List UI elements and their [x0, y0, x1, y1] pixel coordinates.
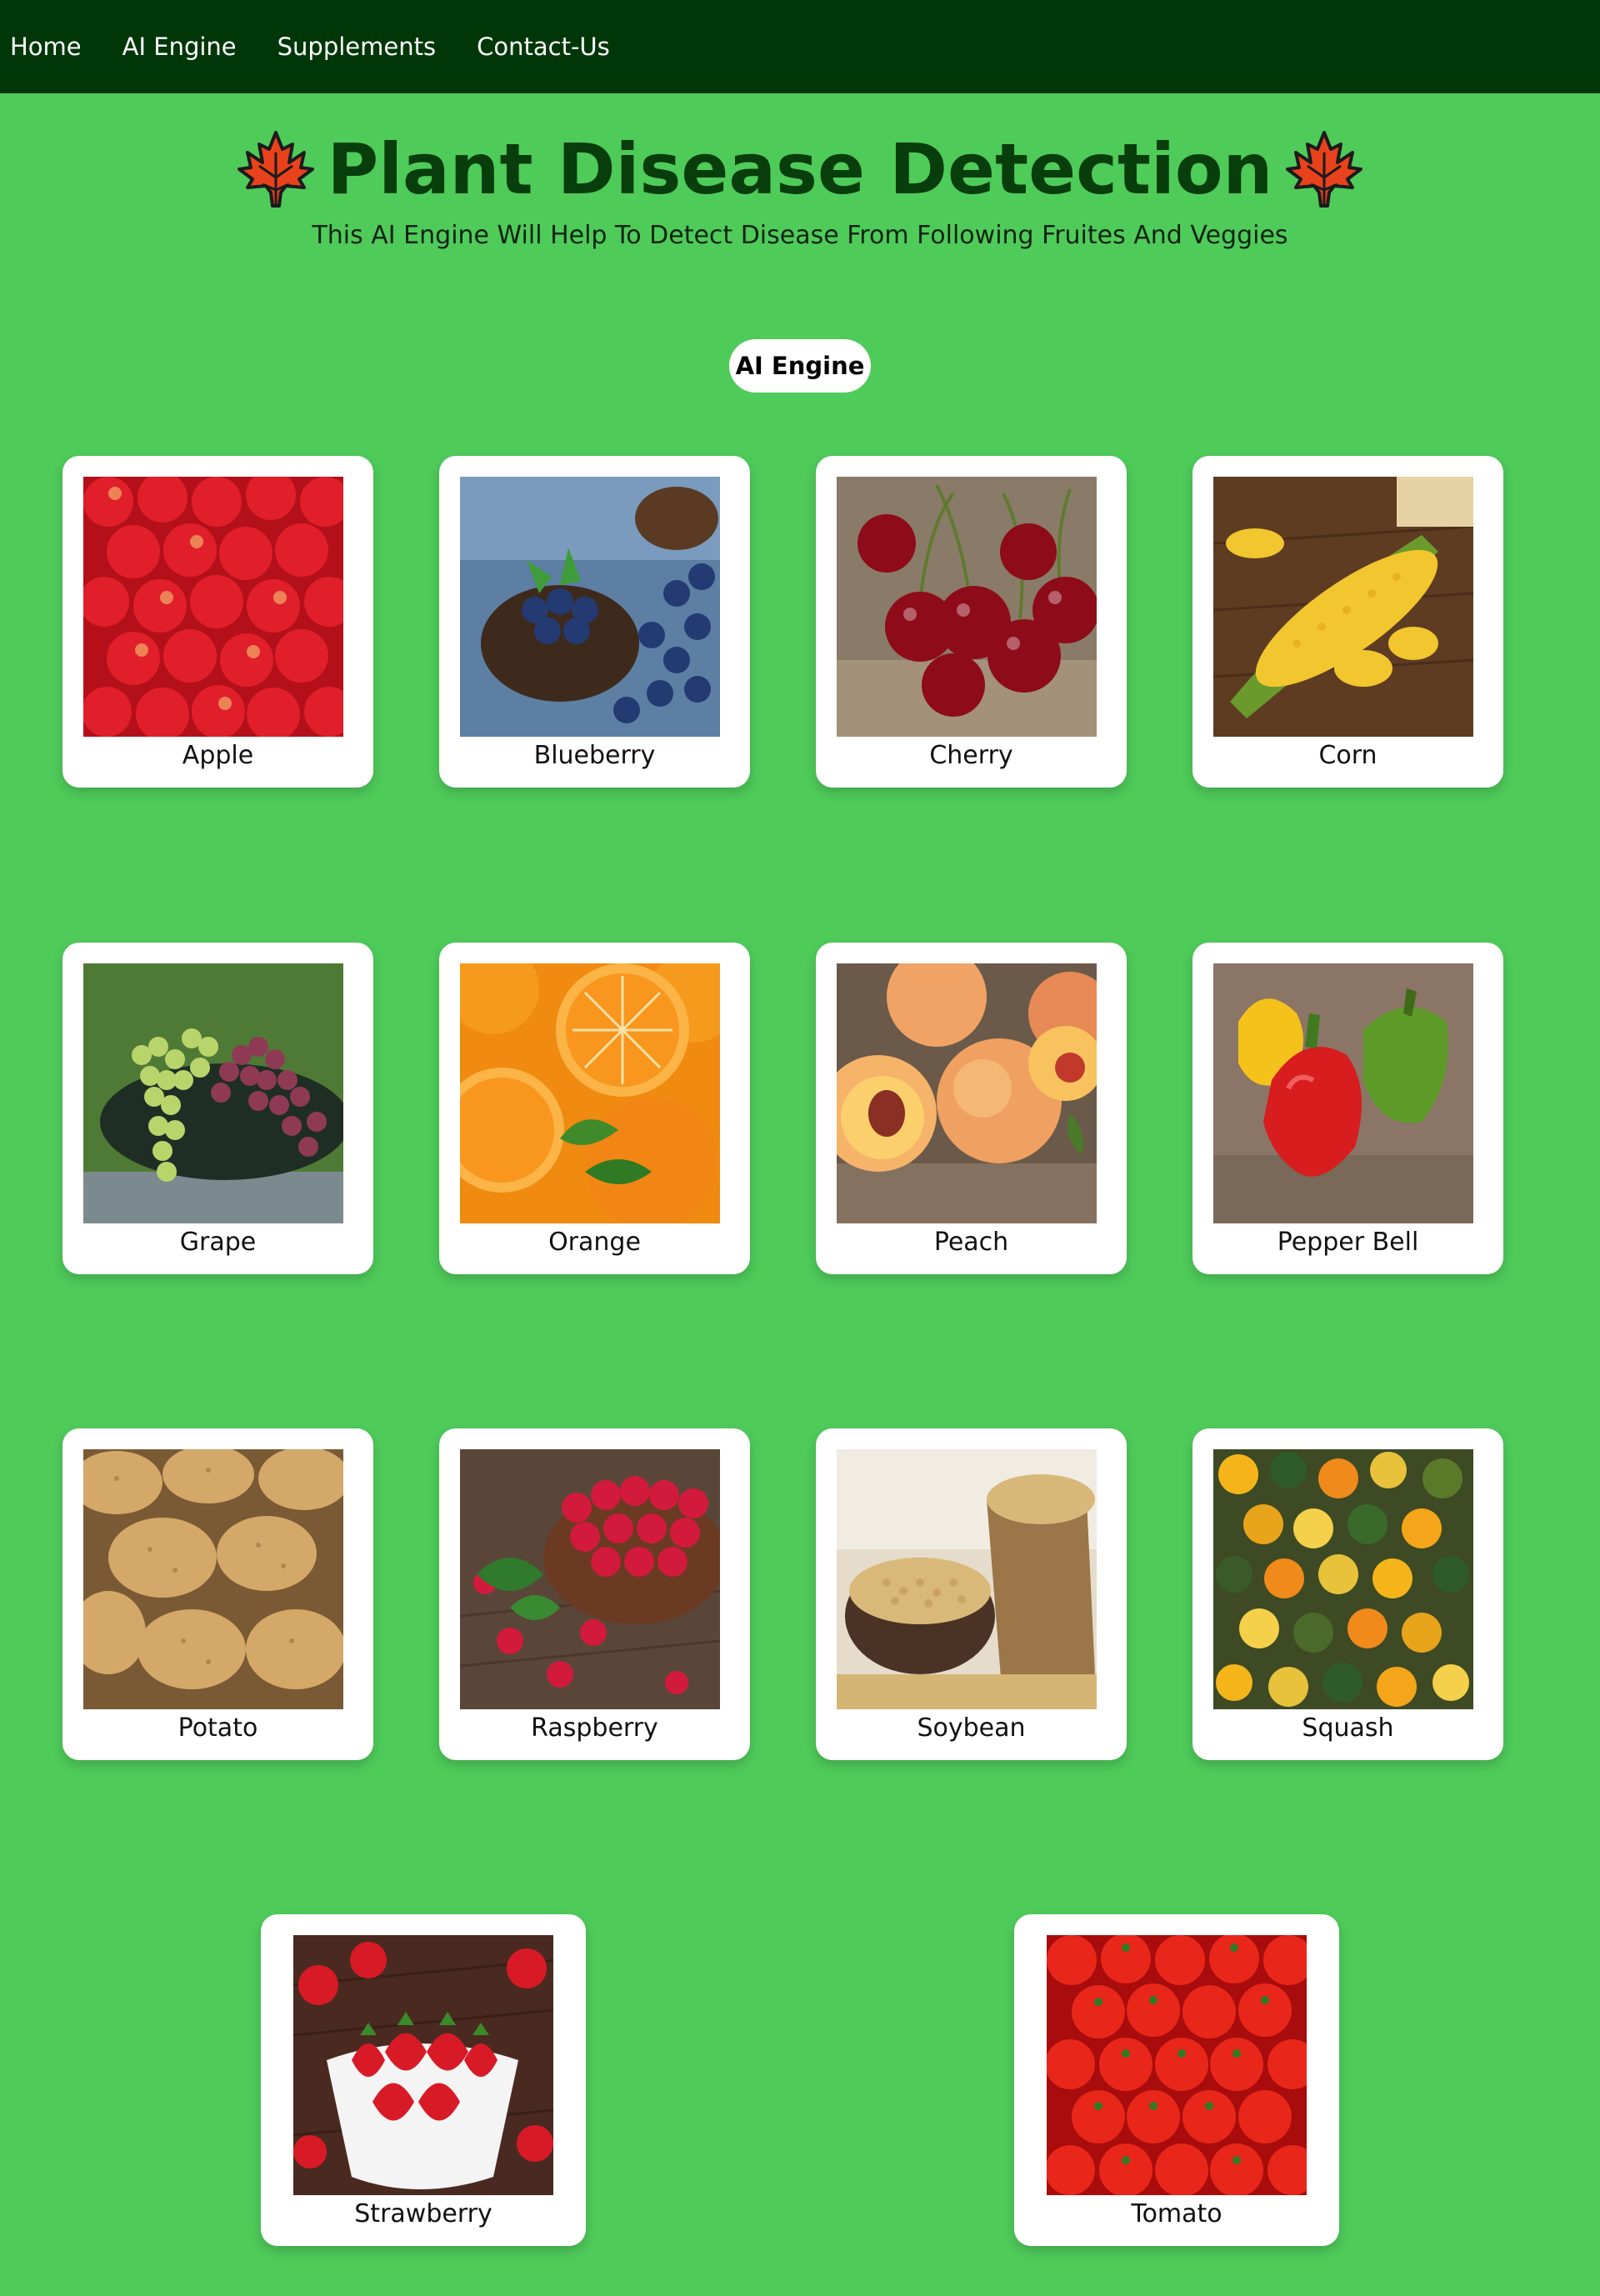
blueberry-image — [460, 477, 720, 737]
crop-label: Soybean — [917, 1713, 1026, 1743]
crop-card-grape[interactable]: Grape — [62, 943, 373, 1274]
top-navbar: Home AI Engine Supplements Contact-Us — [0, 0, 1600, 93]
nav-supplements[interactable]: Supplements — [278, 33, 436, 61]
crop-card-soybean[interactable]: Soybean — [816, 1428, 1127, 1760]
maple-leaf-icon — [1286, 131, 1363, 208]
crop-label: Orange — [548, 1228, 641, 1257]
orange-image — [460, 963, 720, 1223]
crop-card-blueberry[interactable]: Blueberry — [439, 456, 750, 788]
crop-label: Pepper Bell — [1277, 1228, 1419, 1257]
nav-home[interactable]: Home — [10, 33, 82, 61]
crop-label: Strawberry — [354, 2199, 492, 2228]
crop-card-raspberry[interactable]: Raspberry — [439, 1428, 750, 1760]
strawberry-image — [293, 1935, 553, 2195]
crop-label: Blueberry — [533, 741, 656, 770]
crop-card-pepper-bell[interactable]: Pepper Bell — [1192, 943, 1503, 1274]
raspberry-image — [460, 1449, 720, 1709]
crop-label: Corn — [1318, 741, 1378, 770]
crop-card-peach[interactable]: Peach — [816, 943, 1127, 1274]
page-subtitle: This AI Engine Will Help To Detect Disea… — [312, 221, 1288, 250]
crop-card-potato[interactable]: Potato — [62, 1428, 373, 1760]
crop-label: Cherry — [929, 741, 1013, 770]
crop-label: Tomato — [1131, 2199, 1222, 2228]
tomato-image — [1047, 1935, 1307, 2195]
apple-image — [83, 477, 343, 737]
crop-label: Potato — [178, 1713, 258, 1743]
ai-engine-button[interactable]: AI Engine — [729, 339, 871, 393]
crop-card-apple[interactable]: Apple — [62, 456, 373, 788]
crop-label: Apple — [182, 741, 254, 770]
grape-image — [83, 963, 343, 1223]
crop-label: Squash — [1302, 1713, 1394, 1743]
crop-card-cherry[interactable]: Cherry — [816, 456, 1127, 788]
soybean-image — [837, 1449, 1097, 1709]
corn-image — [1213, 477, 1473, 737]
crop-label: Peach — [933, 1228, 1009, 1257]
page-header: Plant Disease Detection — [0, 123, 1600, 215]
crop-card-orange[interactable]: Orange — [439, 943, 750, 1274]
crop-label: Grape — [179, 1228, 257, 1257]
pepper-bell-image — [1213, 963, 1473, 1223]
cherry-image — [837, 477, 1097, 737]
crop-label: Raspberry — [531, 1713, 658, 1743]
maple-leaf-icon — [237, 131, 314, 208]
page-title: Plant Disease Detection — [327, 128, 1273, 210]
crop-card-strawberry[interactable]: Strawberry — [261, 1914, 586, 2246]
nav-ai-engine[interactable]: AI Engine — [122, 33, 237, 61]
crop-card-corn[interactable]: Corn — [1192, 456, 1503, 788]
peach-image — [837, 963, 1097, 1223]
crop-card-tomato[interactable]: Tomato — [1014, 1914, 1339, 2246]
nav-contact-us[interactable]: Contact-Us — [477, 33, 610, 61]
squash-image — [1213, 1449, 1473, 1709]
potato-image — [83, 1449, 343, 1709]
crop-card-squash[interactable]: Squash — [1192, 1428, 1503, 1760]
